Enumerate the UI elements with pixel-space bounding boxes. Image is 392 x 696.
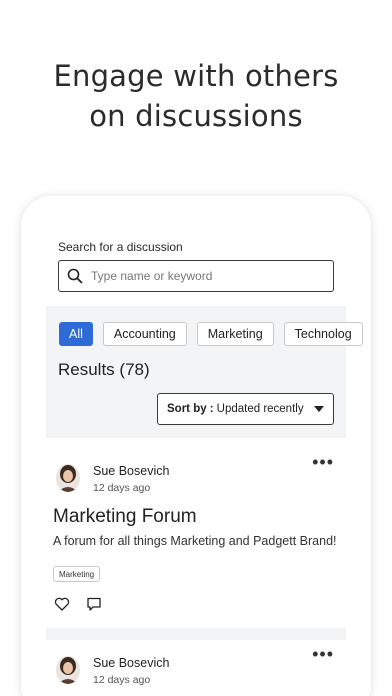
more-icon[interactable]: ••• [312,645,334,663]
author-name: Sue Bosevich [93,464,170,478]
sort-dropdown[interactable]: Sort by : Updated recently [157,393,334,425]
post-actions [54,596,102,612]
chip-marketing[interactable]: Marketing [196,322,274,346]
topic-tag[interactable]: Marketing [53,566,101,582]
search-input[interactable] [91,269,311,283]
phone-frame: Search for a discussion All Accounting M… [21,196,371,696]
discussion-card[interactable]: Sue Bosevich 12 days ago ••• Marketing F… [46,448,346,628]
chip-all[interactable]: All [59,322,93,346]
chip-accounting[interactable]: Accounting [102,322,187,346]
search-label: Search for a discussion [58,240,183,254]
avatar [56,464,80,492]
discussion-card[interactable]: Sue Bosevich 12 days ago ••• [46,640,346,696]
discussion-title[interactable]: Marketing Forum [53,506,197,528]
sort-prefix: Sort by : [167,403,214,415]
results-count: Results (78) [58,360,150,379]
comment-icon[interactable] [86,596,102,612]
heart-icon[interactable] [54,596,70,612]
category-chips: All Accounting Marketing Technolog [59,322,363,346]
post-date: 12 days ago [93,674,151,686]
chip-technology[interactable]: Technolog [283,322,363,346]
filter-panel: All Accounting Marketing Technolog Resul… [46,306,363,438]
headline-line-1: Engage with others [53,59,339,93]
avatar [56,656,80,684]
sort-value: Updated recently [216,403,304,415]
card-divider [46,628,346,640]
discussion-description: A forum for all things Marketing and Pad… [53,534,337,548]
chevron-down-icon [314,406,324,412]
search-icon [67,268,83,284]
post-date: 12 days ago [93,482,151,494]
more-icon[interactable]: ••• [312,453,334,471]
marketing-headline: Engage with others on discussions [0,56,392,136]
search-box[interactable] [58,260,334,292]
author-name: Sue Bosevich [93,656,170,670]
headline-line-2: on discussions [89,99,303,133]
